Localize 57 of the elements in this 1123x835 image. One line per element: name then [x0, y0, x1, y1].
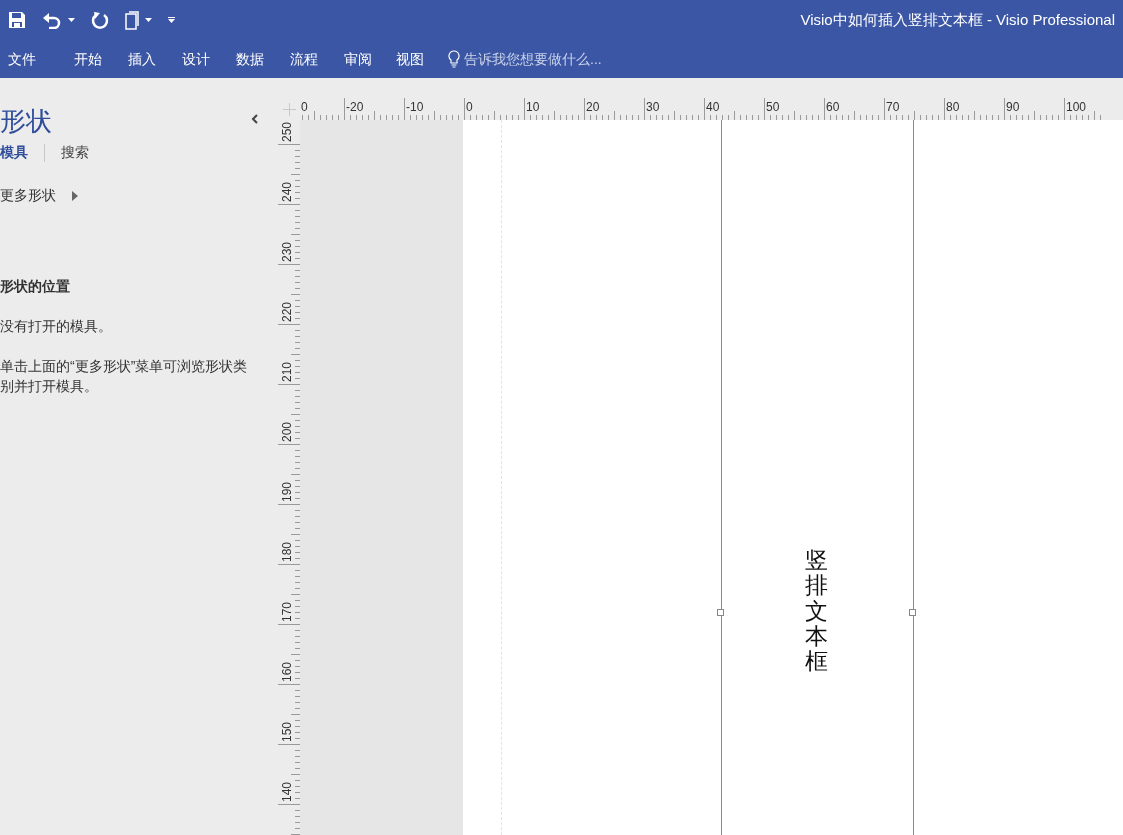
ruler-label: 210: [280, 361, 294, 382]
selection-handle[interactable]: [909, 609, 916, 616]
section-heading: 形状的位置: [0, 277, 71, 296]
vertical-text-box[interactable]: 竖排文本框: [805, 548, 828, 675]
ruler-label: 220: [280, 301, 294, 322]
ruler-label: -20: [346, 100, 364, 114]
caret-icon: [72, 190, 78, 201]
pane-tab[interactable]: 搜索: [61, 142, 89, 163]
ruler-label: 160: [280, 661, 294, 682]
ruler-label: 60: [826, 100, 840, 114]
ribbon-tab[interactable]: 视图: [396, 48, 424, 70]
message-text: 没有打开的模具。: [0, 317, 113, 336]
ruler-label: 80: [946, 100, 960, 114]
ruler-label: -10: [406, 100, 424, 114]
ribbon-tab[interactable]: 审阅: [344, 48, 372, 70]
ruler-label: 40: [706, 100, 720, 114]
ruler-label: 190: [280, 481, 294, 502]
lightbulb-icon: [448, 50, 460, 68]
window-title: Visio中如何插入竖排文本框 - Visio Professional: [800, 9, 1115, 30]
message-text: 单击上面的“更多形状”菜单可浏览形状类别并打开模具。: [0, 357, 249, 396]
ruler-label: 170: [280, 601, 294, 622]
ruler-label: 140: [280, 781, 294, 802]
caret-icon[interactable]: [68, 18, 75, 22]
ruler-label: 100: [1066, 100, 1087, 114]
ribbon-tab[interactable]: 设计: [182, 48, 210, 70]
more-shapes-menu[interactable]: 更多形状: [0, 185, 78, 206]
caret-icon[interactable]: [145, 18, 152, 22]
redo-icon[interactable]: [91, 11, 109, 29]
pane-title: 形状: [0, 108, 52, 134]
ruler-label: 0: [466, 100, 473, 114]
ruler-label: 50: [766, 100, 780, 114]
selection-handle[interactable]: [717, 609, 724, 616]
ruler-label: 70: [886, 100, 900, 114]
ruler-label: 250: [280, 121, 294, 142]
ribbon-tab[interactable]: 插入: [128, 48, 156, 70]
undo-icon[interactable]: [42, 11, 62, 29]
ruler-label: 240: [280, 181, 294, 202]
ruler-label: 10: [526, 100, 540, 114]
collapse-icon[interactable]: [251, 114, 259, 124]
ruler-label: 200: [280, 421, 294, 442]
ribbon-tab[interactable]: 数据: [236, 48, 264, 70]
ruler-label: 180: [280, 541, 294, 562]
ruler-label: 150: [280, 721, 294, 742]
ruler-label: 90: [1006, 100, 1020, 114]
ruler-label: 0: [301, 100, 308, 114]
crosshair-icon: [283, 102, 296, 116]
ruler-label: 30: [646, 100, 660, 114]
customize-icon[interactable]: [168, 17, 175, 23]
page-icon[interactable]: [125, 10, 139, 30]
pane-tab[interactable]: 模具: [0, 142, 28, 163]
ruler-label: 20: [586, 100, 600, 114]
ribbon-tab[interactable]: 文件: [8, 48, 36, 70]
ribbon-tab[interactable]: 开始: [74, 48, 102, 70]
ruler-label: 230: [280, 241, 294, 262]
tell-me-field[interactable]: 告诉我您想要做什么...: [448, 48, 602, 70]
ribbon-tab[interactable]: 流程: [290, 48, 318, 70]
save-icon[interactable]: [8, 11, 26, 29]
